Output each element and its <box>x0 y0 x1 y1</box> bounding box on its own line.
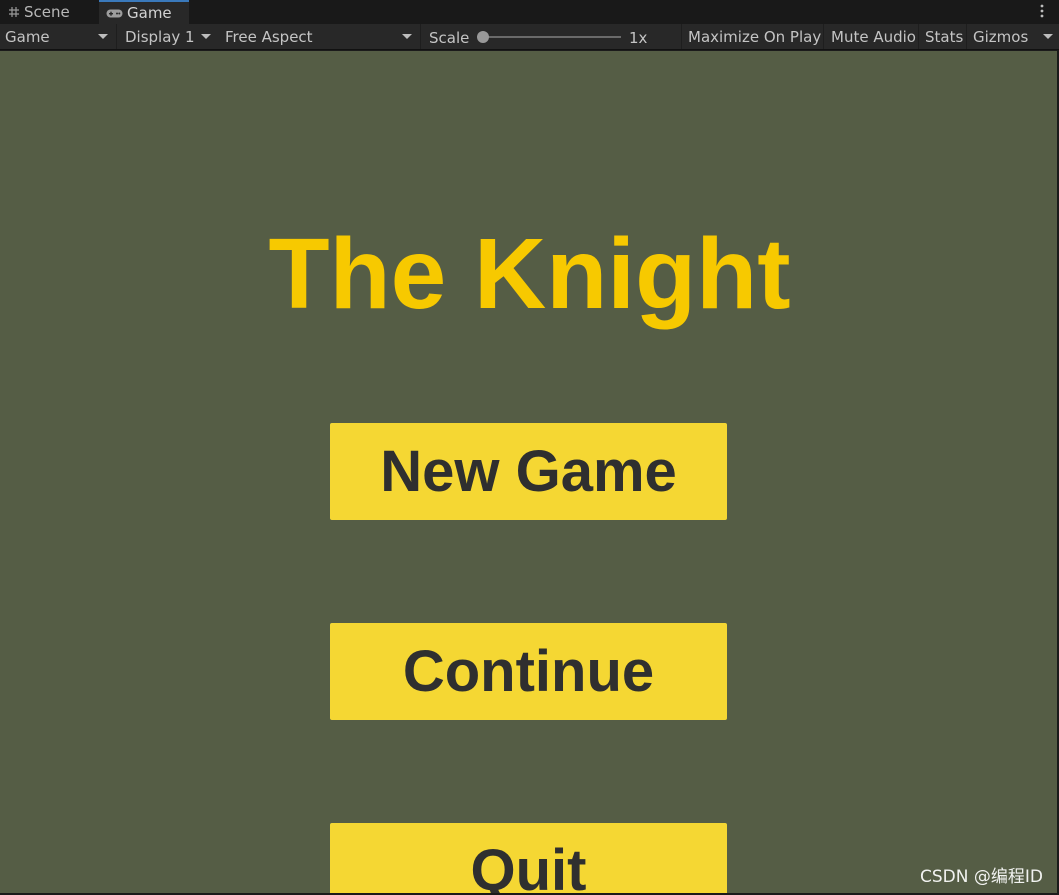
stats-label: Stats <box>925 27 964 46</box>
continue-label: Continue <box>402 639 655 704</box>
tab-game-label: Game <box>127 4 172 22</box>
maximize-on-play-label: Maximize On Play <box>688 27 822 46</box>
game-title: The Knight <box>268 218 791 330</box>
more-options-icon[interactable] <box>1037 2 1047 20</box>
quit-label: Quit <box>470 838 587 893</box>
display-label: Display 1 <box>125 27 195 46</box>
stats-toggle[interactable]: Stats <box>919 24 967 49</box>
tab-bar: Scene Game <box>0 0 1059 24</box>
watermark: CSDN @编程ID <box>920 867 1043 887</box>
mute-audio-toggle[interactable]: Mute Audio <box>824 24 919 49</box>
grid-icon <box>8 6 20 18</box>
scale-label: Scale <box>429 28 470 47</box>
scale-value: 1x <box>629 28 648 47</box>
new-game-label: New Game <box>380 439 677 504</box>
aspect-label: Free Aspect <box>225 27 313 46</box>
unity-editor-game-window: Scene Game Game Display 1 Free Aspect Sc… <box>0 0 1059 895</box>
maximize-on-play-toggle[interactable]: Maximize On Play <box>681 24 824 49</box>
quit-button[interactable]: Quit <box>330 823 727 893</box>
continue-button[interactable]: Continue <box>330 623 727 720</box>
tab-scene[interactable]: Scene <box>8 0 96 24</box>
mute-audio-label: Mute Audio <box>831 27 916 46</box>
display-dropdown[interactable]: Display 1 <box>118 24 219 49</box>
scale-slider-track[interactable] <box>483 36 621 38</box>
gamepad-icon <box>106 8 123 19</box>
view-mode-label: Game <box>5 27 50 46</box>
tab-game[interactable]: Game <box>99 0 189 24</box>
view-mode-dropdown[interactable]: Game <box>0 24 117 49</box>
gizmos-toggle[interactable]: Gizmos <box>967 24 1033 49</box>
game-viewport: The Knight New Game Continue Quit <box>0 51 1057 893</box>
gizmos-label: Gizmos <box>973 27 1029 46</box>
chevron-down-icon <box>1043 34 1053 39</box>
new-game-button[interactable]: New Game <box>330 423 727 520</box>
aspect-dropdown[interactable]: Free Aspect <box>219 24 421 49</box>
gizmos-dropdown[interactable] <box>1033 24 1059 49</box>
scale-slider-handle[interactable] <box>477 31 489 43</box>
tab-scene-label: Scene <box>24 3 70 21</box>
chevron-down-icon <box>402 34 412 39</box>
chevron-down-icon <box>98 34 108 39</box>
chevron-down-icon <box>201 34 211 39</box>
